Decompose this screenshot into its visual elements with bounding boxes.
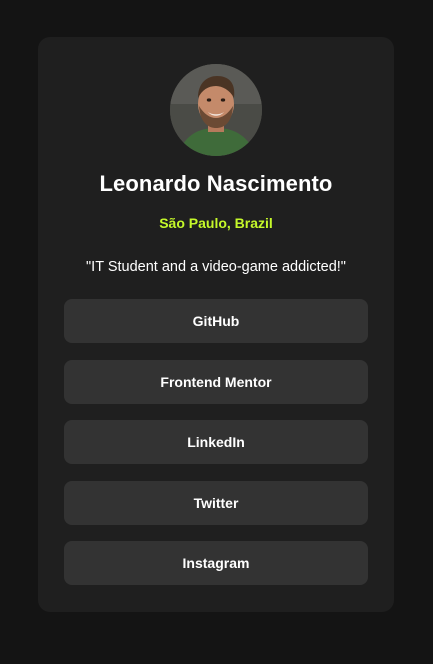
twitter-link-button[interactable]: Twitter (64, 480, 368, 525)
social-links: GitHub Frontend Mentor LinkedIn Twitter … (64, 299, 368, 602)
profile-card: Leonardo Nascimento São Paulo, Brazil "I… (38, 37, 394, 612)
profile-location: São Paulo, Brazil (159, 215, 273, 231)
instagram-link-button[interactable]: Instagram (64, 541, 368, 585)
profile-bio: "IT Student and a video-game addicted!" (86, 259, 346, 275)
profile-name: Leonardo Nascimento (99, 171, 333, 196)
linkedin-link-button[interactable]: LinkedIn (64, 420, 368, 464)
avatar (170, 64, 262, 156)
github-link-button[interactable]: GitHub (64, 299, 368, 343)
frontend-mentor-link-button[interactable]: Frontend Mentor (64, 359, 368, 404)
avatar-image (170, 64, 262, 156)
